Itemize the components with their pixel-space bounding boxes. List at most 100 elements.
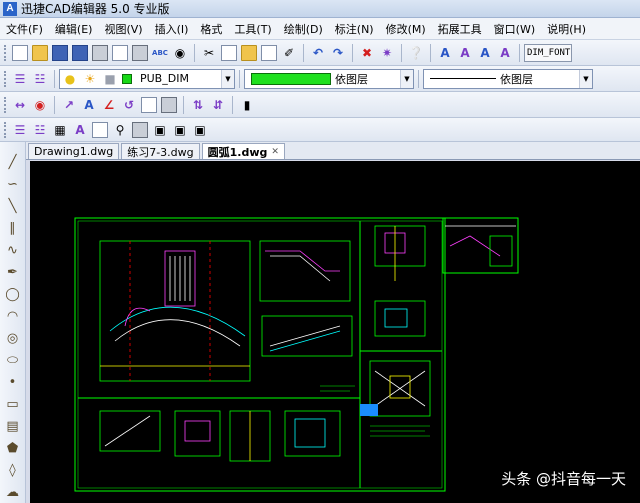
donut-icon[interactable]: ◎ [5, 331, 21, 347]
dim-edit-icon[interactable]: ⇵ [210, 97, 226, 113]
layer-tool-icon[interactable]: ☰ [12, 122, 28, 138]
layer-previous-icon[interactable]: ☳ [32, 71, 48, 87]
zoom-extents-icon[interactable]: ▣ [172, 122, 188, 138]
open-file-icon[interactable] [32, 44, 48, 61]
construction-line-icon[interactable]: ╲ [5, 199, 21, 215]
spell-check-icon[interactable]: ABC [152, 45, 168, 61]
paste-icon[interactable] [241, 44, 257, 61]
block-edit-icon[interactable] [132, 121, 148, 138]
menu-modify[interactable]: 修改(M) [380, 21, 432, 37]
tab-drawing1[interactable]: Drawing1.dwg [28, 143, 120, 159]
arc-icon[interactable]: ◠ [5, 309, 21, 325]
chevron-down-icon[interactable]: ▼ [400, 69, 413, 88]
linetype-dropdown[interactable]: 依图层 ▼ [423, 68, 593, 89]
text-scale-icon[interactable]: A [497, 45, 513, 61]
edit-text-icon[interactable]: A [477, 45, 493, 61]
text-style-icon[interactable]: A [437, 45, 453, 61]
layer-manager-icon[interactable]: ☰ [12, 71, 28, 87]
chevron-down-icon[interactable]: ▼ [579, 69, 592, 88]
polyline-icon[interactable]: ∽ [5, 177, 21, 193]
new-file-icon[interactable] [12, 44, 28, 61]
dim-text-icon[interactable]: A [81, 97, 97, 113]
ellipse-icon[interactable]: ⬭ [5, 353, 21, 369]
close-icon[interactable]: ✕ [271, 147, 279, 157]
dim-override-icon[interactable]: ⇅ [190, 97, 206, 113]
toolbar-grip[interactable] [4, 70, 7, 87]
menu-window[interactable]: 窗口(W) [488, 21, 541, 37]
revision-cloud-icon[interactable]: ☁ [5, 485, 21, 501]
print-preview-icon[interactable] [112, 44, 128, 61]
color-wheel-icon[interactable]: ◉ [32, 97, 48, 113]
plot-icon[interactable] [132, 44, 148, 61]
save-as-icon[interactable] [72, 44, 88, 61]
aligned-dim-icon[interactable]: ↗ [61, 97, 77, 113]
chevron-down-icon[interactable]: ▼ [221, 69, 234, 88]
radius-dim-icon[interactable]: ↺ [121, 97, 137, 113]
color-dropdown[interactable]: 依图层 ▼ [244, 68, 414, 89]
layer-name: PUB_DIM [140, 72, 189, 85]
polygon-icon[interactable]: ⬟ [5, 441, 21, 457]
lightbulb-icon[interactable]: ● [62, 71, 78, 87]
layer-copy-icon[interactable]: ☳ [32, 122, 48, 138]
cut-icon[interactable]: ✂ [201, 45, 217, 61]
toolbar-grip[interactable] [4, 121, 7, 138]
dimension-toolbar: ↔ ◉ ↗ A ∠ ↺ ⇅ ⇵ ▮ [0, 92, 640, 118]
menu-format[interactable]: 格式 [194, 21, 228, 37]
color-swatch [251, 72, 331, 85]
print-icon[interactable] [92, 44, 108, 61]
menu-view[interactable]: 视图(V) [98, 21, 148, 37]
menu-help[interactable]: 说明(H) [541, 21, 592, 37]
menu-tools[interactable]: 工具(T) [228, 21, 277, 37]
rectangle-icon[interactable]: ▭ [5, 397, 21, 413]
toolbar-grip[interactable] [4, 96, 7, 113]
sun-icon[interactable]: ☀ [82, 71, 98, 87]
spline-icon[interactable]: ∿ [5, 243, 21, 259]
block-attribute-icon[interactable]: A [72, 122, 88, 138]
dim-space-icon[interactable]: ▮ [239, 97, 255, 113]
layer-color-swatch [122, 73, 132, 84]
binoculars-icon[interactable]: ◉ [172, 45, 188, 61]
linear-dim-icon[interactable]: ↔ [12, 97, 28, 113]
dim-update-icon[interactable] [161, 96, 177, 113]
tab-exercise-7-3[interactable]: 练习7-3.dwg [121, 143, 200, 159]
menu-edit[interactable]: 编辑(E) [49, 21, 99, 37]
match-properties-icon[interactable]: ✐ [281, 45, 297, 61]
table-icon[interactable]: ▦ [52, 122, 68, 138]
redo-icon[interactable]: ↷ [330, 45, 346, 61]
toolbar-separator [232, 95, 233, 114]
menu-file[interactable]: 文件(F) [0, 21, 49, 37]
zoom-previous-icon[interactable]: ▣ [192, 122, 208, 138]
delete-icon[interactable]: ✖ [359, 45, 375, 61]
menu-extend-tools[interactable]: 拓展工具 [432, 21, 488, 37]
angular-dim-icon[interactable]: ∠ [101, 97, 117, 113]
menu-insert[interactable]: 插入(I) [149, 21, 195, 37]
dim-style-field[interactable]: DIM_FONT [524, 43, 572, 62]
block-insert-icon[interactable] [92, 121, 108, 138]
tab-arc1[interactable]: 圆弧1.dwg ✕ [201, 143, 285, 159]
hatch-icon[interactable]: ▤ [5, 419, 21, 435]
layer-dropdown[interactable]: ● ☀ ■ PUB_DIM ▼ [59, 68, 235, 89]
toolbar-grip[interactable] [4, 44, 7, 61]
menu-draw[interactable]: 绘制(D) [278, 21, 329, 37]
linetype-preview [430, 78, 496, 79]
point-icon[interactable]: • [5, 375, 21, 391]
search-icon[interactable]: ⚲ [112, 122, 128, 138]
save-icon[interactable] [52, 44, 68, 61]
sketch-icon[interactable]: ✒ [5, 265, 21, 281]
multiline-text-icon[interactable]: A [457, 45, 473, 61]
dim-style-icon[interactable] [141, 96, 157, 113]
line-icon[interactable]: ╱ [5, 155, 21, 171]
circle-icon[interactable]: ◯ [5, 287, 21, 303]
region-icon[interactable]: ◊ [5, 463, 21, 479]
copy-icon[interactable] [221, 44, 237, 61]
drawing-canvas[interactable]: 头条 @抖音每一天 [30, 161, 640, 503]
explode-icon[interactable]: ✷ [379, 45, 395, 61]
paste-special-icon[interactable] [261, 44, 277, 61]
title-bar: A 迅捷CAD编辑器 5.0 专业版 [0, 0, 640, 18]
zoom-window-icon[interactable]: ▣ [152, 122, 168, 138]
multiline-icon[interactable]: ∥ [5, 221, 21, 237]
lock-icon[interactable]: ■ [102, 71, 118, 87]
menu-dimension[interactable]: 标注(N) [329, 21, 380, 37]
undo-icon[interactable]: ↶ [310, 45, 326, 61]
help-icon[interactable]: ❔ [408, 45, 424, 61]
